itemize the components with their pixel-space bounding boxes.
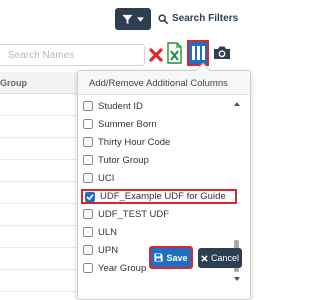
search-icon (158, 13, 168, 24)
column-option[interactable]: Tutor Group (83, 153, 231, 167)
column-chooser-panel: Add/Remove Additional Columns Student ID… (77, 62, 251, 300)
column-option[interactable]: ULN (83, 225, 231, 239)
column-option-label: Summer Born (98, 118, 157, 130)
column-option-label: Student ID (98, 100, 143, 112)
caret-up-icon (233, 101, 240, 106)
camera-icon[interactable] (213, 45, 231, 60)
column-option-label: UDF_Example UDF for Guide (100, 191, 226, 202)
checkbox[interactable] (83, 263, 93, 273)
search-filters-link[interactable]: Search Filters (158, 13, 238, 24)
column-option-label: UDF_TEST UDF (98, 208, 170, 220)
excel-export-icon[interactable] (167, 42, 182, 64)
column-option-label: ULN (98, 226, 118, 238)
column-option-label: Year Group (98, 262, 147, 274)
table-row (0, 182, 80, 204)
checkbox[interactable] (83, 137, 93, 147)
column-option-label: Tutor Group (98, 154, 149, 166)
columns-icon (191, 46, 195, 60)
table-row (0, 160, 80, 182)
checkbox[interactable] (83, 245, 93, 255)
table-row (0, 226, 80, 248)
scroll-down-arrow[interactable] (233, 275, 240, 282)
panel-title: Add/Remove Additional Columns (78, 71, 250, 95)
checkbox[interactable] (83, 101, 93, 111)
save-icon (154, 253, 164, 262)
table-row (0, 270, 80, 292)
checkbox[interactable] (83, 119, 93, 129)
cancel-button[interactable]: Cancel (198, 248, 242, 268)
column-option[interactable]: UCI (83, 171, 231, 185)
caret-down-icon (233, 276, 240, 281)
table-row (0, 204, 80, 226)
checkbox[interactable] (83, 227, 93, 237)
close-icon (201, 254, 208, 262)
column-option[interactable]: Student ID (83, 99, 231, 113)
grid-rows (0, 94, 80, 292)
column-option[interactable]: Thirty Hour Code (83, 135, 231, 149)
search-names-input[interactable] (0, 44, 145, 66)
save-button[interactable]: Save (149, 246, 193, 269)
table-row (0, 94, 80, 116)
caret-down-icon (137, 16, 144, 22)
column-option-label: Thirty Hour Code (98, 136, 171, 148)
checkbox[interactable] (83, 173, 93, 183)
columns-toggle-button[interactable] (187, 40, 209, 66)
save-button-label: Save (166, 252, 188, 263)
column-option[interactable]: UDF_TEST UDF (83, 207, 231, 221)
filter-dropdown-button[interactable] (115, 8, 151, 30)
close-icon (149, 48, 163, 62)
checkbox[interactable] (83, 155, 93, 165)
table-row (0, 248, 80, 270)
column-option-label: UPN (98, 244, 119, 256)
column-option-label: UCI (98, 172, 115, 184)
search-filters-label: Search Filters (172, 13, 239, 24)
column-option[interactable]: Summer Born (83, 117, 231, 131)
table-row (0, 116, 80, 138)
column-header-group[interactable]: Group (0, 78, 27, 88)
cancel-button-label: Cancel (210, 253, 239, 263)
column-option-selected[interactable]: UDF_Example UDF for Guide (81, 189, 237, 204)
checkbox[interactable] (83, 209, 93, 219)
checkbox-checked[interactable] (85, 191, 95, 202)
checkmark-icon (86, 193, 94, 200)
clear-search-button[interactable] (148, 46, 164, 64)
filter-icon (122, 14, 133, 24)
table-row (0, 138, 80, 160)
scroll-up-arrow[interactable] (233, 100, 240, 107)
